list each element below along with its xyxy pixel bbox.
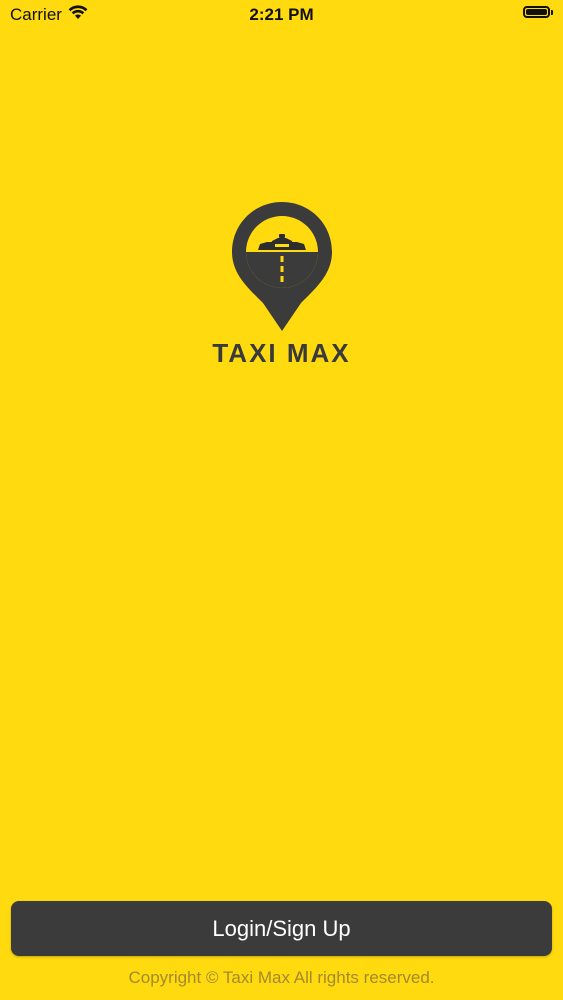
- app-logo: TAXI MAX: [0, 200, 563, 369]
- taxi-pin-icon: [231, 202, 332, 331]
- status-right: [523, 6, 553, 18]
- login-signup-button[interactable]: Login/Sign Up: [11, 901, 552, 956]
- copyright-text: Copyright © Taxi Max All rights reserved…: [128, 968, 435, 987]
- status-time: 2:21 PM: [249, 5, 314, 24]
- battery-icon: [523, 6, 550, 18]
- battery-tip: [551, 9, 553, 15]
- status-bar: Carrier 2:21 PM: [0, 0, 563, 30]
- logo-text: TAXI MAX: [212, 338, 351, 368]
